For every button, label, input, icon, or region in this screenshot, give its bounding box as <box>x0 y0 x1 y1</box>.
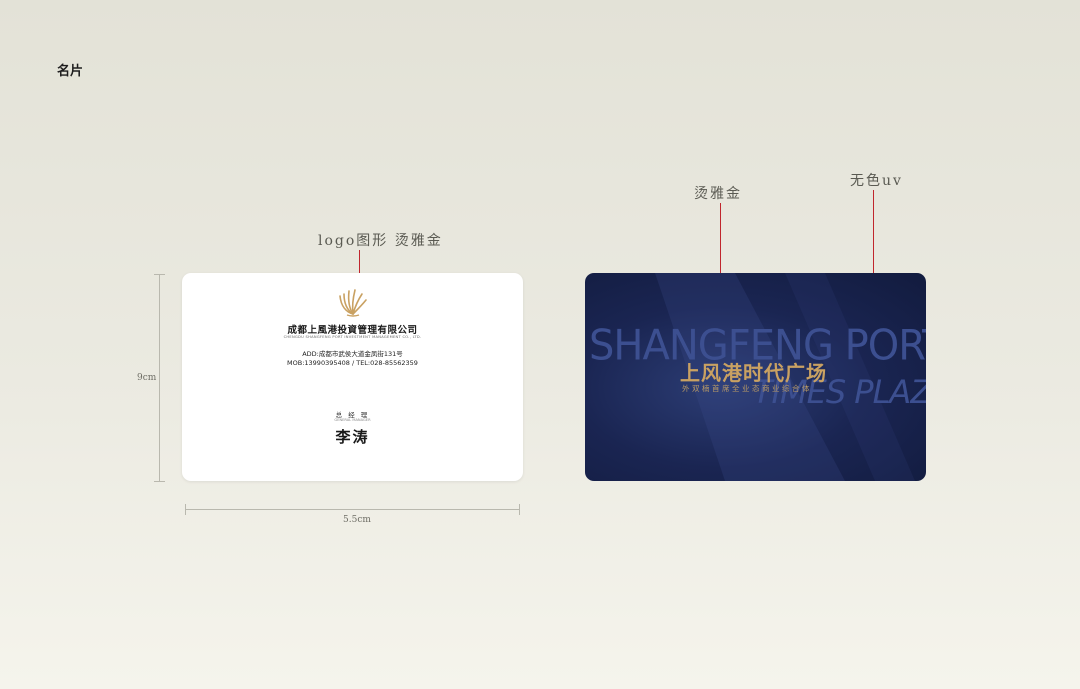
height-dimension-label: 9cm <box>137 373 157 383</box>
company-name-en: CHENGDU SHANGFENG PORT INVESTMENT MANAGE… <box>283 335 422 339</box>
page-title: 名片 <box>57 64 84 79</box>
business-card-back: SHANGFENG PORT TIMES PLAZA 上风港时代广场 外双楠首席… <box>585 273 926 481</box>
brand-name-cn: 上风港时代广场 <box>680 361 827 385</box>
height-dimension-cap-bottom <box>154 481 165 482</box>
height-dimension-cap-top <box>154 274 165 275</box>
contact-phones: MOB:13990395408 / TEL:028-85562359 <box>287 359 418 367</box>
uv-annotation: 无色uv <box>850 173 903 189</box>
width-dimension-line <box>185 509 519 510</box>
height-dimension-line <box>159 274 160 482</box>
brand-subtitle: 外双楠首席全业态商业综合体 <box>682 384 812 393</box>
business-card-front: 成都上風港投資管理有限公司 CHENGDU SHANGFENG PORT INV… <box>182 273 523 481</box>
width-dimension-cap-left <box>185 504 186 515</box>
logo-annotation: logo图形 烫雅金 <box>318 233 443 249</box>
company-address: ADD:成都市武侯大道金凤街131号 <box>302 350 403 358</box>
job-title-en: GENERAL MANAGER <box>334 418 371 422</box>
person-name: 李涛 <box>335 428 370 446</box>
wing-logo-icon <box>339 289 367 317</box>
gold-foil-annotation: 烫雅金 <box>694 186 742 202</box>
company-name-cn: 成都上風港投資管理有限公司 <box>287 325 418 336</box>
width-dimension-label: 5.5cm <box>343 515 371 525</box>
width-dimension-cap-right <box>519 504 520 515</box>
